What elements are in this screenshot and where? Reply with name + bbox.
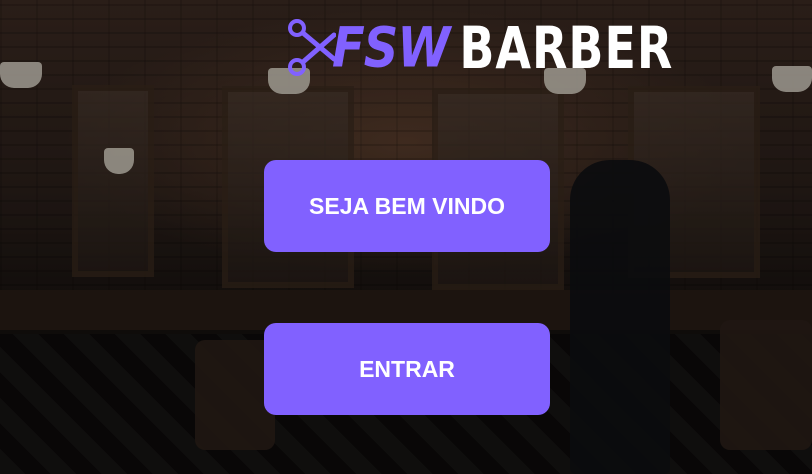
scissors-icon [288, 19, 336, 76]
enter-button[interactable]: ENTRAR [264, 323, 550, 415]
logo-text-barber: BARBER [459, 14, 674, 82]
logo-text-fsw: FSW [332, 15, 450, 81]
welcome-button[interactable]: SEJA BEM VINDO [264, 160, 550, 252]
app-logo: FSW BARBER [286, 14, 673, 82]
